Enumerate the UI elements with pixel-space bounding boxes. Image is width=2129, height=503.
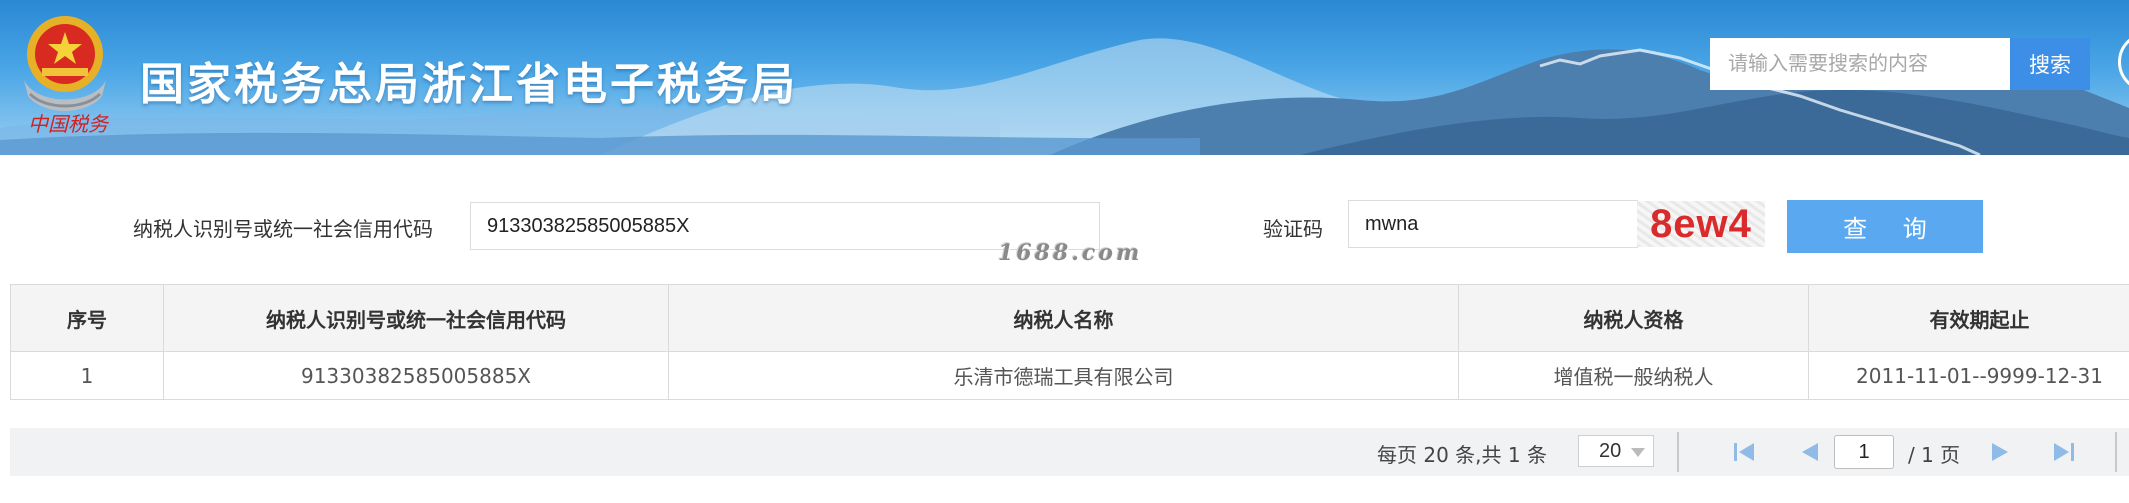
cell-taxid: 91330382585005885X	[163, 351, 669, 400]
captcha-image[interactable]: 8ew4	[1637, 201, 1765, 247]
divider	[1677, 432, 1679, 472]
query-button[interactable]: 查 询	[1787, 200, 1983, 253]
pagination-bar: 每页 20 条,共 1 条 20 / 1 页	[10, 428, 2129, 476]
first-page-icon[interactable]	[1730, 438, 1758, 466]
captcha-label: 验证码	[1263, 217, 1323, 241]
last-page-icon[interactable]	[2050, 438, 2078, 466]
cell-validity: 2011-11-01--9999-12-31	[1808, 351, 2129, 400]
taxid-label: 纳税人识别号或统一社会信用代码	[133, 217, 433, 241]
watermark-text: 1688.com	[998, 240, 1143, 266]
chevron-down-icon	[1631, 448, 1645, 457]
divider	[2115, 432, 2117, 472]
page-size-select[interactable]: 20	[1578, 435, 1654, 467]
tax-motto: 中国税务	[28, 112, 108, 136]
result-table: 序号 纳税人识别号或统一社会信用代码 纳税人名称 纳税人资格 有效期起止 1 9…	[10, 284, 2129, 400]
col-header-index: 序号	[10, 284, 164, 352]
cell-name: 乐清市德瑞工具有限公司	[668, 351, 1459, 400]
next-page-icon[interactable]	[1986, 438, 2014, 466]
table-row: 1 91330382585005885X 乐清市德瑞工具有限公司 增值税一般纳税…	[10, 351, 2129, 400]
site-title: 国家税务总局浙江省电子税务局	[140, 59, 798, 110]
prev-page-icon[interactable]	[1796, 438, 1824, 466]
table-header-row: 序号 纳税人识别号或统一社会信用代码 纳税人名称 纳税人资格 有效期起止	[10, 284, 2129, 352]
col-header-taxid: 纳税人识别号或统一社会信用代码	[163, 284, 669, 352]
col-header-qualification: 纳税人资格	[1458, 284, 1809, 352]
col-header-name: 纳税人名称	[668, 284, 1459, 352]
site-search-input[interactable]	[1710, 38, 2010, 90]
col-header-validity: 有效期起止	[1808, 284, 2129, 352]
site-header: 中国税务 国家税务总局浙江省电子税务局 搜索	[0, 0, 2129, 155]
current-page-input[interactable]	[1834, 435, 1894, 469]
page-size-value: 20	[1599, 440, 1622, 462]
cell-index: 1	[10, 351, 164, 400]
total-pages: / 1 页	[1908, 443, 1961, 467]
site-search-button[interactable]: 搜索	[2010, 38, 2090, 90]
pagination-summary: 每页 20 条,共 1 条	[1377, 443, 1547, 467]
captcha-input[interactable]	[1348, 200, 1638, 248]
cell-qualification: 增值税一般纳税人	[1458, 351, 1809, 400]
